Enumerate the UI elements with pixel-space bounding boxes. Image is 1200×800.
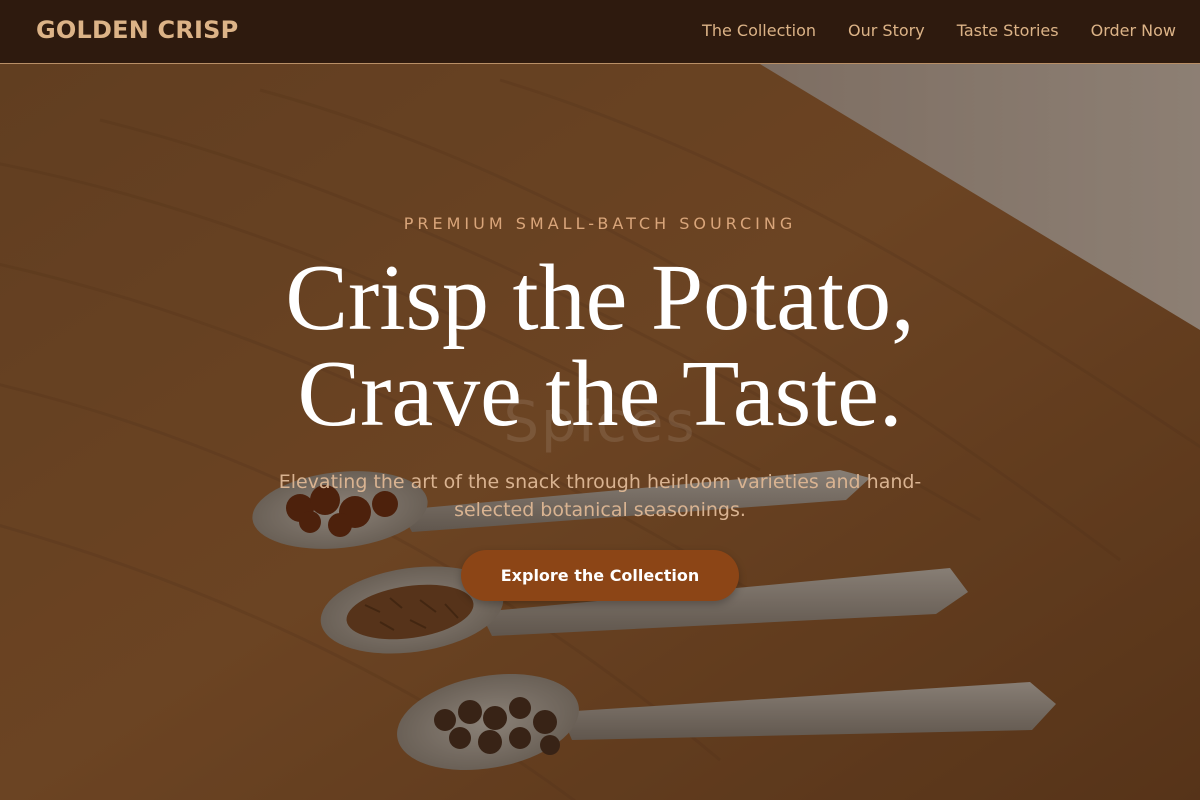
hero-eyebrow: PREMIUM SMALL-BATCH SOURCING: [403, 214, 797, 233]
nav-link-taste-stories[interactable]: Taste Stories: [957, 21, 1059, 40]
nav-link-the-collection[interactable]: The Collection: [702, 21, 816, 40]
nav-link-order-now[interactable]: Order Now: [1091, 21, 1176, 40]
hero-headline-line-2: Crave the Taste.: [297, 342, 903, 446]
top-navigation: GOLDEN CRISP The Collection Our Story Ta…: [0, 0, 1200, 64]
brand-logo[interactable]: GOLDEN CRISP: [36, 16, 238, 44]
nav-links: The Collection Our Story Taste Stories O…: [702, 21, 1176, 40]
hero-section: PREMIUM SMALL-BATCH SOURCING Crisp the P…: [0, 64, 1200, 800]
hero-headline: Crisp the Potato, Crave the Taste.: [0, 250, 1200, 442]
hero-subtext: Elevating the art of the snack through h…: [278, 471, 922, 521]
hero-headline-line-1: Crisp the Potato,: [285, 246, 915, 350]
explore-collection-button[interactable]: Explore the Collection: [461, 550, 739, 601]
nav-link-our-story[interactable]: Our Story: [848, 21, 925, 40]
